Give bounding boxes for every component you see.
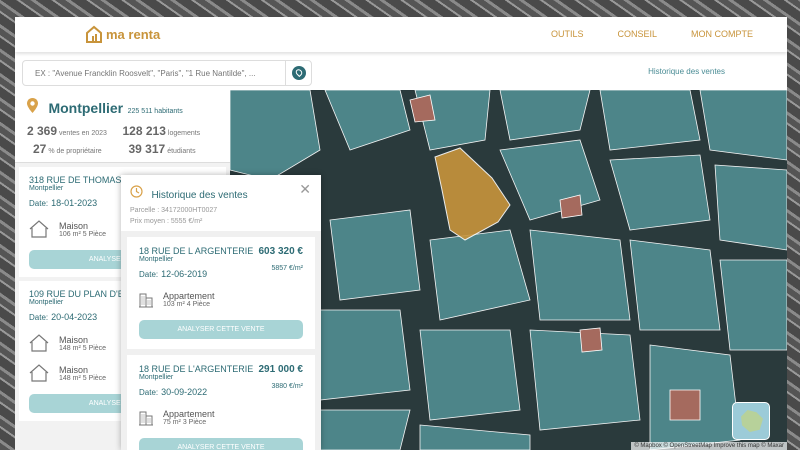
search-box [22, 60, 312, 86]
price-value: 603 320 € [258, 246, 304, 257]
building-icon [139, 293, 153, 307]
sales-history-link[interactable]: Historique des ventes [648, 67, 725, 76]
housing-label: logements [167, 130, 201, 137]
logo-house-icon [86, 25, 102, 43]
property-type: Appartement [163, 291, 215, 301]
city-name: Montpellier [48, 100, 124, 116]
property-type: Appartement [163, 409, 215, 419]
date-label: Date: [139, 388, 159, 397]
owners-label: % de propriétaire [48, 148, 102, 155]
minimap-france[interactable] [732, 402, 770, 440]
property-type: Maison [59, 334, 89, 345]
address-search-input[interactable] [23, 68, 285, 78]
property-type: Maison [59, 364, 89, 375]
header: ma renta OUTILS CONSEIL MON COMPTE [15, 17, 787, 52]
locate-button[interactable] [285, 61, 311, 85]
popup-title: Historique des ventes [151, 190, 248, 201]
average-price: Prix moyen : 5555 €/m² [130, 218, 203, 225]
popup-header: Historique des ventes Parcelle : 3417200… [121, 175, 321, 231]
house-icon [29, 364, 49, 382]
map-attribution[interactable]: © Mapbox © OpenStreetMap Improve this ma… [631, 442, 787, 450]
sale-price: 291 000 € 3880 €/m² [259, 364, 304, 393]
city-stats: 2 369 ventes en 2023 128 213 logements 27%… [27, 124, 218, 156]
date-value: 20-04-2023 [51, 312, 98, 322]
location-pin-icon [27, 98, 38, 113]
main-nav: OUTILS CONSEIL MON COMPTE [551, 29, 787, 39]
date-label: Date: [29, 199, 49, 208]
date-label: Date: [29, 313, 49, 322]
property-details: 106 m² 5 Pièce [59, 230, 107, 238]
sales-history-popup: Historique des ventes Parcelle : 3417200… [121, 175, 321, 450]
analyze-sale-button[interactable]: ANALYSER CETTE VENTE [139, 320, 303, 339]
property-details: 75 m² 3 Pièce [163, 419, 207, 426]
property-type: Maison [59, 220, 89, 231]
sales-label: ventes en 2023 [59, 130, 107, 137]
logo-text: ma renta [106, 26, 161, 42]
nav-conseil[interactable]: CONSEIL [617, 29, 657, 39]
history-clock-icon [130, 185, 143, 198]
date-value: 18-01-2023 [51, 198, 98, 208]
house-icon [29, 220, 49, 238]
house-icon [29, 334, 49, 352]
city-summary: Montpellier 225 511 habitants 2 369 vente… [15, 90, 230, 163]
building-icon [139, 411, 153, 425]
logo[interactable]: ma renta [85, 25, 160, 43]
owners-percent: 27 [33, 142, 47, 156]
date-value: 30-09-2022 [161, 387, 208, 397]
nav-outils[interactable]: OUTILS [551, 29, 584, 39]
app-window: ma renta OUTILS CONSEIL MON COMPTE Histo… [15, 17, 787, 450]
sale-card[interactable]: 18 RUE DE L ARGENTERIE Montpellier 603 3… [127, 237, 315, 349]
search-bar-row: Historique des ventes [15, 55, 787, 90]
price-per-m2: 3880 €/m² [271, 383, 303, 390]
date-value: 12-06-2019 [161, 269, 208, 279]
price-value: 291 000 € [258, 364, 304, 375]
sale-price: 603 320 € 5857 €/m² [259, 246, 304, 275]
property: Appartement 103 m² 4 Pièce [139, 291, 303, 308]
housing-count: 128 213 [122, 124, 166, 138]
property: Appartement 75 m² 3 Pièce [139, 409, 303, 426]
selected-parcel[interactable] [434, 147, 511, 241]
sales-count: 2 369 [27, 124, 58, 138]
price-per-m2: 5857 €/m² [271, 265, 303, 272]
students-count: 39 317 [128, 142, 166, 156]
students-label: étudiants [167, 148, 196, 155]
city-population: 225 511 habitants [127, 108, 183, 115]
property-details: 148 m² 5 Pièce [59, 374, 107, 382]
parcel-id: Parcelle : 34172000HT0027 [130, 207, 218, 214]
close-icon[interactable]: ✕ [299, 181, 311, 198]
date-label: Date: [139, 270, 159, 279]
property-details: 148 m² 5 Pièce [59, 344, 107, 352]
analyze-sale-button[interactable]: ANALYSER CETTE VENTE [139, 438, 303, 450]
sale-card[interactable]: 18 RUE DE L'ARGENTERIE Montpellier 291 0… [127, 355, 315, 450]
nav-mon-compte[interactable]: MON COMPTE [691, 29, 753, 39]
property-details: 103 m² 4 Pièce [163, 301, 211, 308]
map-pin-icon [291, 66, 306, 80]
